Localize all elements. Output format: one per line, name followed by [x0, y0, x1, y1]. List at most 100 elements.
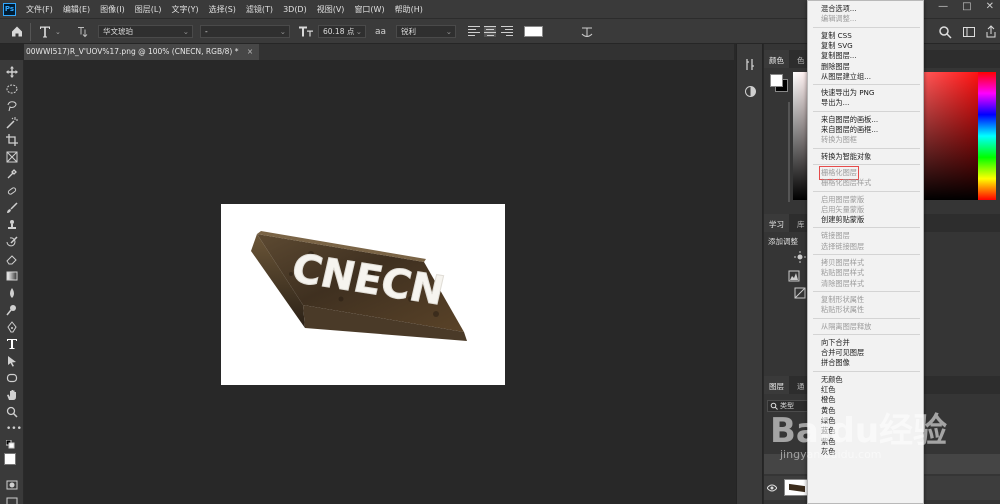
- context-menu-item[interactable]: 红色: [821, 385, 835, 395]
- path-selection-tool-icon[interactable]: [6, 355, 18, 367]
- share-icon[interactable]: [985, 25, 997, 39]
- maximize-button[interactable]: □: [962, 1, 971, 12]
- align-center-icon[interactable]: [484, 26, 496, 37]
- toggle-text-orientation-icon[interactable]: [75, 23, 89, 40]
- blur-tool-icon[interactable]: [6, 287, 18, 299]
- more-tools-icon[interactable]: •••: [6, 423, 22, 435]
- context-menu-item[interactable]: 黄色: [821, 406, 835, 416]
- document-tab[interactable]: 00WWI517)R_V'UOV%17.png @ 100% (CNECN, R…: [24, 44, 260, 60]
- context-menu-item[interactable]: 快速导出为 PNG: [821, 88, 875, 98]
- tab-layers[interactable]: 图层: [764, 376, 789, 394]
- brush-tool-icon[interactable]: [6, 202, 18, 214]
- menu-file[interactable]: 文件(F): [26, 4, 53, 15]
- type-tool-icon[interactable]: [38, 23, 52, 40]
- workspace-icon[interactable]: [962, 25, 976, 39]
- context-menu-item[interactable]: 复制 CSS: [821, 31, 852, 41]
- menu-help[interactable]: 帮助(H): [395, 4, 423, 15]
- antialias-select[interactable]: 锐利 ⌄: [396, 25, 456, 38]
- context-menu-item: 启用矢量蒙版: [821, 204, 865, 214]
- panel-foreground-swatch[interactable]: [770, 74, 783, 87]
- context-menu-item[interactable]: 无颜色: [821, 375, 843, 385]
- warp-text-icon[interactable]: [580, 25, 594, 39]
- context-menu-item[interactable]: 灰色: [821, 447, 835, 457]
- align-left-icon[interactable]: [468, 26, 480, 37]
- context-menu-item[interactable]: 复制 SVG: [821, 41, 853, 51]
- context-menu-item[interactable]: 来自图层的画板...: [821, 115, 878, 125]
- quick-mask-icon[interactable]: [6, 479, 18, 491]
- gradient-tool-icon[interactable]: [6, 270, 18, 282]
- menu-3d[interactable]: 3D(D): [283, 5, 307, 14]
- brightness-adjustment-icon[interactable]: [794, 251, 806, 263]
- layer-context-menu: 混合选项... 编辑调整... 复制 CSS 复制 SVG 复制图层... 删除图层 从图层…: [807, 0, 924, 504]
- properties-panel-icon[interactable]: [744, 58, 757, 71]
- context-menu-item[interactable]: 混合选项...: [821, 4, 857, 14]
- menu-select[interactable]: 选择(S): [209, 4, 236, 15]
- hand-tool-icon[interactable]: [6, 389, 18, 401]
- foreground-color-swatch[interactable]: [4, 453, 16, 465]
- font-style-select[interactable]: - ⌄: [200, 25, 290, 38]
- document-canvas[interactable]: CNECN: [221, 204, 505, 385]
- context-menu-item[interactable]: 创建剪贴蒙版: [821, 215, 864, 225]
- context-menu-item[interactable]: 从图层建立组...: [821, 72, 871, 82]
- font-family-select[interactable]: 华文琥珀 ⌄: [98, 25, 193, 38]
- tab-color[interactable]: 颜色: [764, 50, 789, 68]
- home-icon[interactable]: [10, 23, 24, 40]
- default-colors-icon[interactable]: [6, 440, 18, 452]
- pen-tool-icon[interactable]: [6, 321, 18, 333]
- context-menu-item[interactable]: 来自图层的画框...: [821, 125, 878, 135]
- menu-image[interactable]: 图像(I): [100, 4, 125, 15]
- hue-slider[interactable]: [978, 72, 996, 200]
- levels-adjustment-icon[interactable]: [788, 270, 800, 282]
- font-size-input[interactable]: 60.18 点 ⌄: [318, 25, 366, 38]
- close-window-button[interactable]: ✕: [986, 1, 994, 12]
- clone-stamp-tool-icon[interactable]: [6, 219, 18, 231]
- horizontal-type-tool-icon[interactable]: [6, 338, 18, 350]
- search-icon[interactable]: [938, 25, 952, 39]
- move-tool-icon[interactable]: [6, 66, 18, 78]
- context-menu-item[interactable]: 绿色: [821, 416, 835, 426]
- context-menu-item[interactable]: 蓝色: [821, 426, 835, 436]
- magic-wand-tool-icon[interactable]: [6, 117, 18, 129]
- layer-visibility-eye-icon[interactable]: [767, 484, 777, 492]
- context-menu-item[interactable]: 删除图层: [821, 62, 850, 72]
- frame-tool-icon[interactable]: [6, 151, 18, 163]
- screen-mode-icon[interactable]: [6, 496, 18, 504]
- lasso-tool-icon[interactable]: [6, 100, 18, 112]
- text-color-swatch[interactable]: [524, 26, 543, 37]
- shape-tool-icon[interactable]: [6, 372, 18, 384]
- crop-tool-icon[interactable]: [6, 134, 18, 146]
- tool-preset-chevron-icon[interactable]: ⌄: [55, 23, 61, 40]
- context-menu-item[interactable]: 拼合图像: [821, 358, 850, 368]
- align-right-icon[interactable]: [501, 26, 513, 37]
- antialias-chevron-icon: ⌄: [445, 27, 452, 36]
- context-menu-item[interactable]: 紫色: [821, 437, 835, 447]
- context-menu-item[interactable]: 转换为智能对象: [821, 152, 871, 162]
- exposure-adjustment-icon[interactable]: [794, 287, 806, 299]
- menu-view[interactable]: 视图(V): [317, 4, 345, 15]
- context-menu-item[interactable]: 合并可见图层: [821, 348, 864, 358]
- zoom-tool-icon[interactable]: [6, 406, 18, 418]
- panel-dock-strip: [736, 44, 763, 504]
- menu-layer[interactable]: 图层(L): [135, 4, 162, 15]
- context-menu-item[interactable]: 导出为...: [821, 98, 849, 108]
- menu-type[interactable]: 文字(Y): [171, 4, 198, 15]
- dodge-tool-icon[interactable]: [6, 304, 18, 316]
- context-menu-item[interactable]: 向下合并: [821, 338, 850, 348]
- tab-learn[interactable]: 学习: [764, 214, 789, 232]
- history-brush-tool-icon[interactable]: [6, 236, 18, 248]
- marquee-tool-icon[interactable]: [6, 83, 18, 95]
- close-tab-icon[interactable]: ×: [247, 47, 253, 56]
- eyedropper-tool-icon[interactable]: [6, 168, 18, 180]
- healing-brush-tool-icon[interactable]: [6, 185, 18, 197]
- eraser-tool-icon[interactable]: [6, 253, 18, 265]
- menu-filter[interactable]: 滤镜(T): [246, 4, 273, 15]
- font-family-chevron-icon: ⌄: [182, 27, 189, 36]
- menu-edit[interactable]: 编辑(E): [63, 4, 90, 15]
- minimize-button[interactable]: —: [938, 1, 948, 12]
- layers-filter-select[interactable]: 类型: [767, 400, 811, 412]
- adjustments-panel-icon[interactable]: [744, 85, 757, 98]
- color-slider-track[interactable]: [788, 102, 790, 202]
- context-menu-item[interactable]: 复制图层...: [821, 51, 857, 61]
- context-menu-item[interactable]: 橙色: [821, 395, 835, 405]
- menu-window[interactable]: 窗口(W): [354, 4, 384, 15]
